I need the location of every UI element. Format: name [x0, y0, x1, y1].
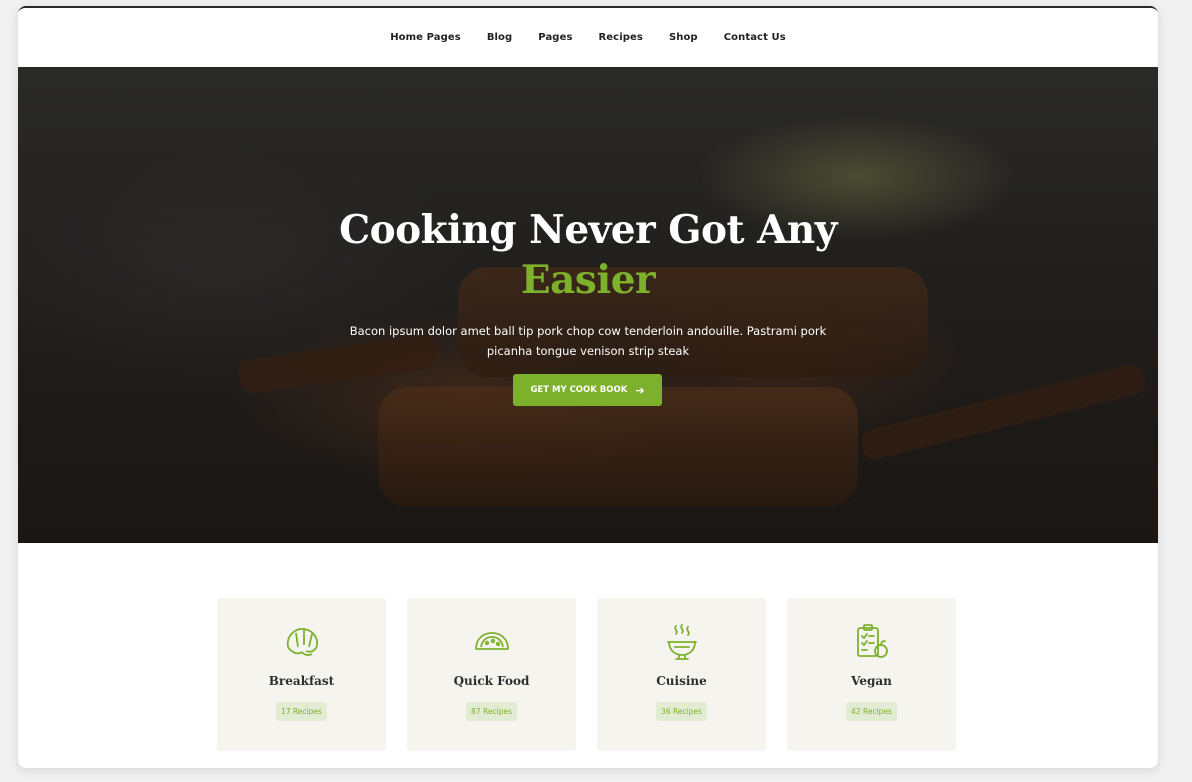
get-cook-book-button[interactable]: GET MY COOK BOOK ➔: [513, 374, 662, 406]
category-card-quick-food[interactable]: Quick Food 87 Recipes: [407, 598, 576, 751]
recipe-count-badge: 17 Recipes: [276, 702, 327, 721]
recipe-count-badge: 87 Recipes: [466, 702, 517, 721]
category-list: Breakfast 17 Recipes Quick Food 87 Recip…: [217, 598, 956, 751]
recipe-count-badge: 36 Recipes: [656, 702, 707, 721]
nav-pages[interactable]: Pages: [538, 32, 572, 43]
hero-title: Cooking Never Got Any Easier: [18, 205, 1158, 305]
category-name: Cuisine: [656, 674, 707, 688]
category-card-vegan[interactable]: Vegan 42 Recipes: [787, 598, 956, 751]
category-name: Quick Food: [453, 674, 530, 688]
croissant-icon: [282, 622, 322, 662]
nav-contact-us[interactable]: Contact Us: [724, 32, 786, 43]
hero-title-line1: Cooking Never Got Any: [339, 207, 837, 253]
taco-icon: [472, 622, 512, 662]
category-card-breakfast[interactable]: Breakfast 17 Recipes: [217, 598, 386, 751]
nav-recipes[interactable]: Recipes: [599, 32, 643, 43]
hero-overlay: [18, 67, 1158, 543]
hero-subtitle: Bacon ipsum dolor amet ball tip pork cho…: [349, 324, 827, 358]
hero-title-accent: Easier: [520, 257, 656, 303]
hero-banner: Cooking Never Got Any Easier Bacon ipsum…: [18, 67, 1158, 543]
nav-blog[interactable]: Blog: [487, 32, 512, 43]
nav-shop[interactable]: Shop: [669, 32, 698, 43]
browser-frame: Home Pages Blog Pages Recipes Shop Conta…: [18, 6, 1158, 768]
category-card-cuisine[interactable]: Cuisine 36 Recipes: [597, 598, 766, 751]
nav-home-pages[interactable]: Home Pages: [390, 32, 461, 43]
steaming-bowl-icon: [662, 622, 702, 662]
category-name: Breakfast: [268, 674, 335, 688]
arrow-right-icon: ➔: [635, 383, 645, 397]
get-cook-book-label: GET MY COOK BOOK: [530, 385, 628, 395]
main-nav: Home Pages Blog Pages Recipes Shop Conta…: [18, 8, 1158, 67]
category-name: Vegan: [851, 674, 892, 688]
clipboard-apple-icon: [852, 622, 892, 662]
recipe-count-badge: 42 Recipes: [846, 702, 897, 721]
